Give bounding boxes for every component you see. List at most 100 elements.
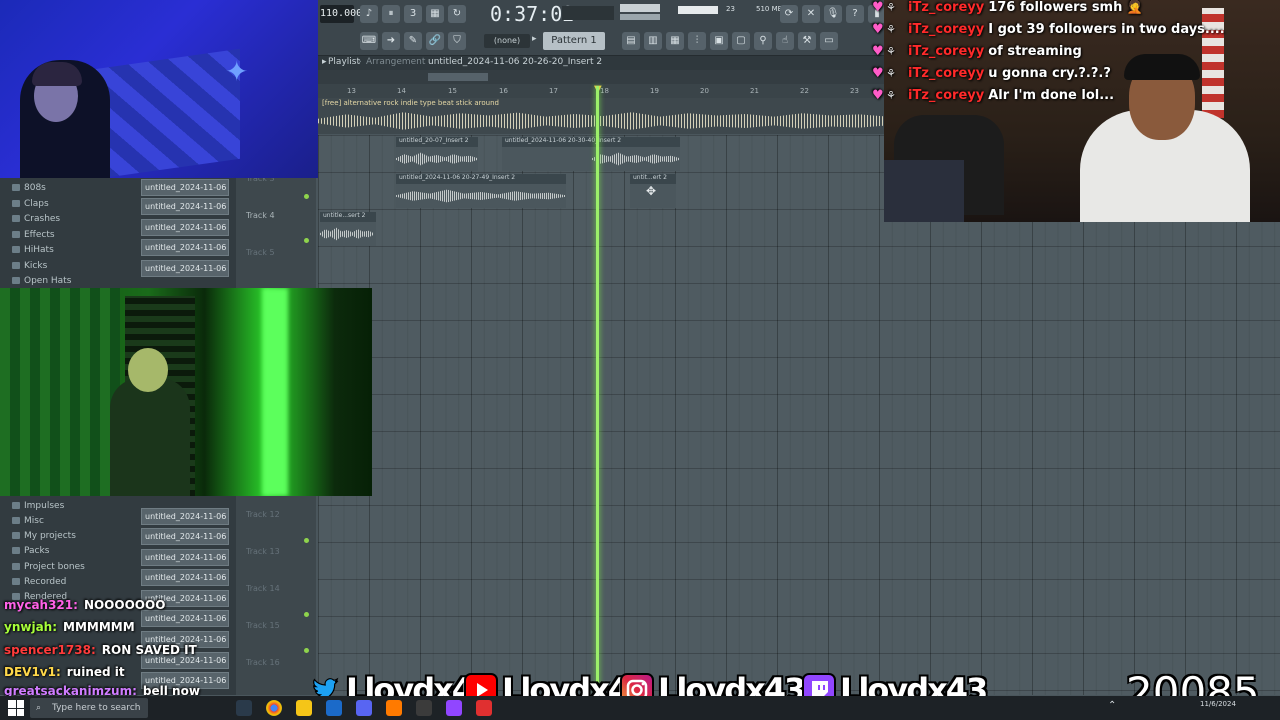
piano-roll-icon[interactable]: ▥	[644, 32, 662, 50]
refresh-icon[interactable]: ⟳	[780, 5, 798, 23]
browser-icon[interactable]: ▣	[710, 32, 728, 50]
keyboard-icon[interactable]: ⌨	[360, 32, 378, 50]
browser-folder[interactable]: Claps	[12, 199, 49, 209]
browser-file[interactable]: untitled_2024-11-06 20-	[141, 198, 229, 215]
app-icon[interactable]	[476, 700, 492, 716]
browser-file[interactable]: untitled_2024-11-06 20-	[141, 179, 229, 196]
browser-folder[interactable]: Impulses	[12, 501, 64, 511]
windows-taskbar: ⌕ Type here to search ⌃ 11/6/2024	[0, 696, 1280, 720]
browser-folder[interactable]: Effects	[12, 230, 55, 240]
tools-icon[interactable]: ⚒	[798, 32, 816, 50]
mic-icon[interactable]: 🎙	[824, 5, 842, 23]
browser-folder[interactable]: Open Hats	[12, 276, 71, 286]
browser-folder[interactable]: Crashes	[12, 214, 60, 224]
epic-games-icon[interactable]	[236, 700, 252, 716]
plugin-icon[interactable]: ▢	[732, 32, 750, 50]
stamp-icon[interactable]: ⛉	[448, 32, 466, 50]
folder-icon	[12, 200, 20, 207]
fl-studio-icon[interactable]	[386, 700, 402, 716]
playlist-icon[interactable]: ▤	[622, 32, 640, 50]
browser-file[interactable]: untitled_2024-11-06 20-	[141, 528, 229, 545]
twitch-app-icon[interactable]	[446, 700, 462, 716]
file-explorer-icon[interactable]	[296, 700, 312, 716]
help-icon[interactable]: ?	[846, 5, 864, 23]
track-label[interactable]: Track 14	[246, 584, 280, 593]
link-icon[interactable]: 🔗	[426, 32, 444, 50]
clip-label: untitled_2024-11-06 20-27-49_Insert 2	[399, 174, 516, 181]
browser-folder[interactable]: Recorded	[12, 577, 66, 587]
browser-file[interactable]: untitled_2024-11-06 20-	[141, 569, 229, 586]
chat-message: ♥ ⚘ iTz_coreyy u gonna cry.?.?.?	[872, 66, 1111, 81]
touch-icon[interactable]: ☝	[776, 32, 794, 50]
taskbar-search[interactable]: ⌕ Type here to search	[30, 698, 148, 718]
playhead-line[interactable]	[596, 86, 599, 696]
playlist-separator: ›	[358, 57, 362, 67]
steam-icon[interactable]	[326, 700, 342, 716]
audio-clip[interactable]: untitled_2024-11-06 20-30-40_Insert 2	[502, 137, 680, 171]
mixer-icon[interactable]: ⫶	[688, 32, 706, 50]
browser-folder[interactable]: Misc	[12, 516, 44, 526]
heart-badge-icon: ♥	[872, 66, 884, 81]
track-mute-dot[interactable]	[304, 612, 309, 617]
track-label[interactable]: Track 13	[246, 547, 280, 556]
timeline-ruler[interactable]: 13 14 15 16 17 18 19 20 21 22 23 ▼	[318, 84, 888, 98]
browser-file[interactable]: untitled_2024-11-06 20-	[141, 549, 229, 566]
tray-date[interactable]: 11/6/2024	[1200, 700, 1236, 708]
browser-folder[interactable]: My projects	[12, 531, 76, 541]
audio-clip[interactable]: untitled_2024-11-06 20-27-49_Insert 2	[396, 174, 566, 208]
browser-folder[interactable]: Kicks	[12, 261, 47, 271]
browser-folder[interactable]: Packs	[12, 546, 49, 556]
browser-folder[interactable]: Project bones	[12, 562, 85, 572]
step-edit-icon[interactable]: ▦	[426, 5, 444, 23]
arrangement-name[interactable]: untitled_2024-11-06 20-26-20_Insert 2	[428, 57, 602, 67]
arrow-icon[interactable]: ➜	[382, 32, 400, 50]
countdown-icon[interactable]: 3	[404, 5, 422, 23]
chrome-icon[interactable]	[266, 700, 282, 716]
audio-clip[interactable]: untitle...sert 2	[320, 212, 376, 246]
pencil-icon[interactable]: ✎	[404, 32, 422, 50]
track-label[interactable]: Track 5	[246, 248, 275, 257]
track-label[interactable]: Track 4	[246, 211, 275, 220]
pattern-prev-icon[interactable]: ▸	[532, 34, 540, 48]
browser-folder[interactable]: HiHats	[12, 245, 54, 255]
start-button[interactable]	[8, 700, 24, 716]
plug-icon[interactable]: ⚲	[754, 32, 772, 50]
tray-chevron-icon[interactable]: ⌃	[1108, 700, 1116, 711]
heart-badge-icon: ♥	[872, 44, 884, 59]
wait-icon[interactable]: ⏸	[382, 5, 400, 23]
pattern-selector[interactable]: Pattern 1	[543, 32, 605, 50]
track-mute-dot[interactable]	[304, 194, 309, 199]
channel-rack-icon[interactable]: ▦	[666, 32, 684, 50]
browser-file[interactable]: untitled_2024-11-06 20-	[141, 219, 229, 236]
snap-select[interactable]: (none)	[484, 34, 530, 48]
browser-file[interactable]: untitled_2024-11-06 20-	[141, 239, 229, 256]
track-mute-dot[interactable]	[304, 238, 309, 243]
chat-overlay-bottom: mycah321: NOOOOOOO ynwjah: MMMMMM spencer1…	[0, 596, 300, 698]
stream-screen: 110.000 ♪ ⏸ 3 ▦ ↻ 0:37:02 23 510 MB ⟳ ✕ …	[0, 0, 1280, 720]
audio-clip-beat[interactable]: [free] alternative rock indie type beat …	[318, 98, 888, 134]
audio-clip[interactable]: untitled_20-07_Insert 2	[396, 137, 478, 171]
loop-record-icon[interactable]: ↻	[448, 5, 466, 23]
master-volume[interactable]	[620, 4, 660, 12]
close-icon[interactable]: ✕	[802, 5, 820, 23]
sub-badge-icon: ⚘	[886, 89, 896, 102]
browser-file[interactable]: untitled_2024-11-06 20-	[141, 508, 229, 525]
browser-file[interactable]: untitled_2024-11-06 20-	[141, 260, 229, 277]
ruler-tick: 23	[850, 87, 859, 95]
track-mute-dot[interactable]	[304, 538, 309, 543]
ruler-tick: 21	[750, 87, 759, 95]
cart-icon[interactable]: ▭	[820, 32, 838, 50]
track-mute-dot[interactable]	[304, 648, 309, 653]
folder-icon	[12, 231, 20, 238]
browser-folder[interactable]: 808s	[12, 183, 46, 193]
playlist-overview[interactable]	[318, 70, 888, 84]
track-label[interactable]: Track 12	[246, 510, 280, 519]
overview-scroll-thumb[interactable]	[428, 73, 488, 81]
discord-icon[interactable]	[356, 700, 372, 716]
obs-icon[interactable]	[416, 700, 432, 716]
chat-message: ♥ ⚘ iTz_coreyy Alr I'm done lol...	[872, 88, 1115, 103]
tempo-display[interactable]: 110.000	[320, 5, 362, 23]
metronome-icon[interactable]: ♪	[360, 5, 378, 23]
master-pitch[interactable]	[620, 14, 660, 20]
audio-clip[interactable]: untit...ert 2 ✥	[630, 174, 676, 208]
